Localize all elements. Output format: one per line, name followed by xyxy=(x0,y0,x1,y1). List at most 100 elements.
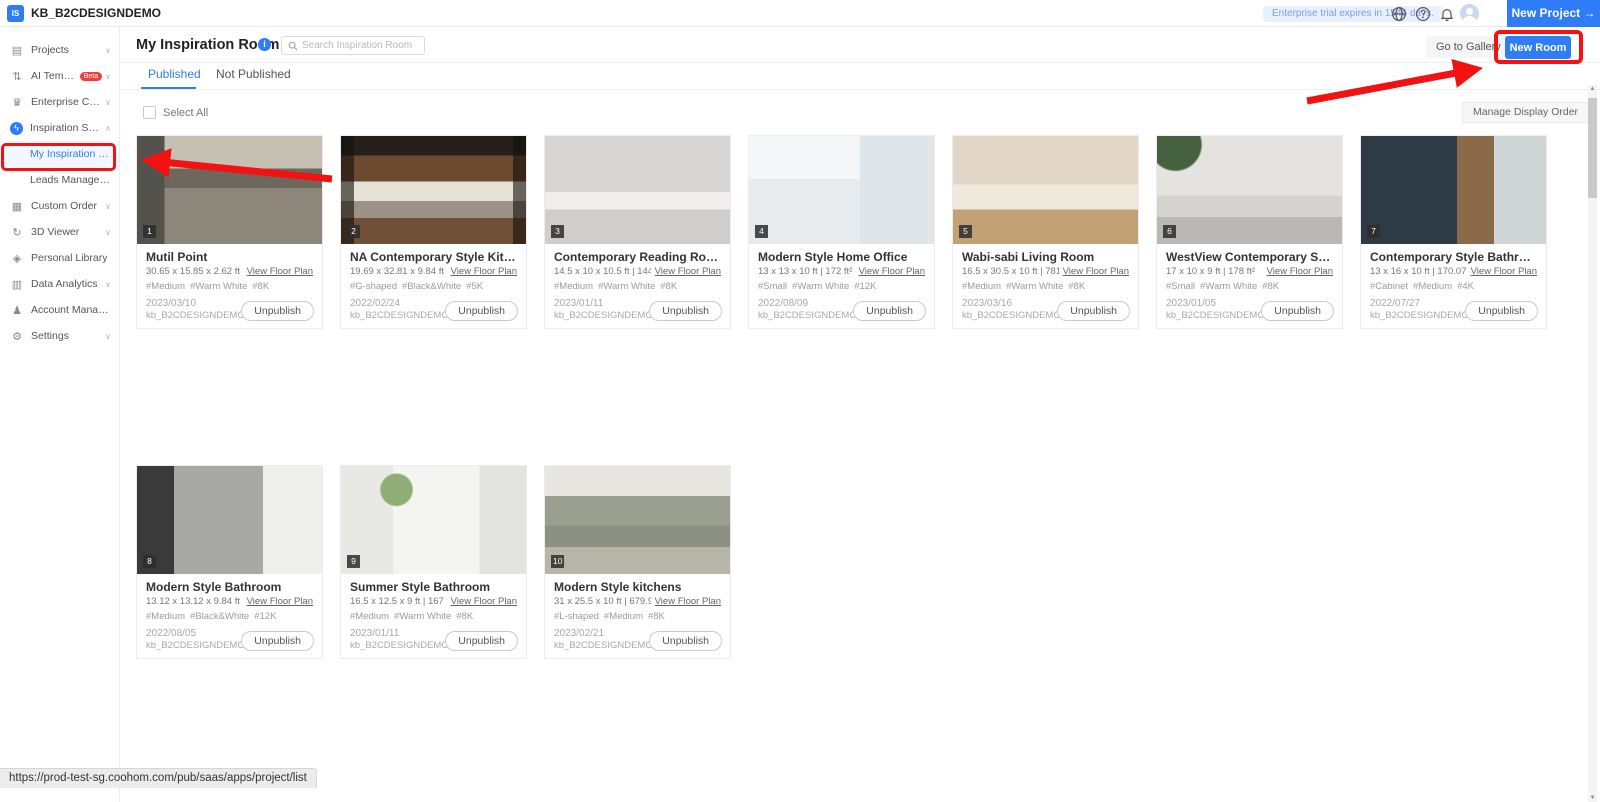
card-info: WestView Contemporary Style Bathroom 17 … xyxy=(1157,244,1342,328)
select-all-control[interactable]: Select All xyxy=(136,106,208,119)
select-all-checkbox[interactable] xyxy=(143,106,156,119)
main-content: My Inspiration Room i Go to Gallery → Ne… xyxy=(120,27,1600,802)
unpublish-button[interactable]: Unpublish xyxy=(649,301,722,321)
card-dimensions-row: 19.69 x 32.81 x 9.84 ft | 645.83 ft² Vie… xyxy=(350,266,517,278)
globe-icon[interactable] xyxy=(1390,5,1408,23)
card-info: NA Contemporary Style Kitchen 19.69 x 32… xyxy=(341,244,526,328)
card-thumbnail[interactable]: 1 xyxy=(137,136,322,244)
card-title[interactable]: Modern Style kitchens xyxy=(554,580,721,594)
card-title[interactable]: WestView Contemporary Style Bathroom xyxy=(1166,250,1333,264)
tag: #Warm White xyxy=(598,281,655,292)
view-floor-plan-link[interactable]: View Floor Plan xyxy=(1063,266,1129,278)
card-title[interactable]: Modern Style Bathroom xyxy=(146,580,313,594)
sidebar-item-label: 3D Viewer xyxy=(31,226,79,238)
sidebar-item-projects[interactable]: ▤ Projects ∨ xyxy=(0,37,119,63)
room-card: 9 Summer Style Bathroom 16.5 x 12.5 x 9 … xyxy=(340,465,527,659)
sidebar-item-ai-templates[interactable]: ⇅ AI Templates Beta ∨ xyxy=(0,63,119,89)
card-dimensions-row: 16.5 x 12.5 x 9 ft | 167 ft² View Floor … xyxy=(350,596,517,608)
vertical-scrollbar[interactable]: ▲ ▼ xyxy=(1588,85,1597,802)
sidebar: ▤ Projects ∨ ⇅ AI Templates Beta ∨ ♛ Ent… xyxy=(0,27,120,802)
card-info: Summer Style Bathroom 16.5 x 12.5 x 9 ft… xyxy=(341,574,526,658)
card-dimensions: 13 x 13 x 10 ft | 172 ft² xyxy=(758,266,852,278)
view-floor-plan-link[interactable]: View Floor Plan xyxy=(451,266,517,278)
card-tags: #L-shaped#Medium#8K xyxy=(554,611,721,623)
card-title[interactable]: Wabi-sabi Living Room xyxy=(962,250,1129,264)
tag: #Medium xyxy=(350,611,389,622)
scrollbar-down-arrow[interactable]: ▼ xyxy=(1588,795,1597,801)
room-card: 10 Modern Style kitchens 31 x 25.5 x 10 … xyxy=(544,465,731,659)
card-tags: #Small#Warm White#8K xyxy=(1166,281,1333,293)
card-thumbnail[interactable]: 10 xyxy=(545,466,730,574)
sidebar-item-account-management[interactable]: ♟ Account Management xyxy=(0,297,119,323)
card-title[interactable]: Contemporary Style Bathroom 【Pic】 xyxy=(1370,250,1537,264)
tab-not-published[interactable]: Not Published xyxy=(216,67,291,81)
unpublish-button[interactable]: Unpublish xyxy=(1261,301,1334,321)
room-card: 8 Modern Style Bathroom 13.12 x 13.12 x … xyxy=(136,465,323,659)
card-thumbnail[interactable]: 9 xyxy=(341,466,526,574)
sidebar-item-my-inspiration-room[interactable]: My Inspiration Room xyxy=(0,141,119,167)
search-input[interactable] xyxy=(302,40,412,51)
card-thumbnail[interactable]: 2 xyxy=(341,136,526,244)
card-order-badge: 9 xyxy=(347,555,360,568)
view-floor-plan-link[interactable]: View Floor Plan xyxy=(247,266,313,278)
view-floor-plan-link[interactable]: View Floor Plan xyxy=(247,596,313,608)
manage-display-order-button[interactable]: Manage Display Order xyxy=(1462,102,1589,123)
unpublish-button[interactable]: Unpublish xyxy=(445,631,518,651)
new-room-button[interactable]: New Room xyxy=(1505,36,1571,59)
sidebar-item-label: Data Analytics xyxy=(31,278,98,290)
sidebar-item-data-analytics[interactable]: ▥ Data Analytics ∨ xyxy=(0,271,119,297)
scrollbar-thumb[interactable] xyxy=(1588,98,1597,198)
sidebar-item-personal-library[interactable]: ◈ Personal Library xyxy=(0,245,119,271)
card-title[interactable]: Summer Style Bathroom xyxy=(350,580,517,594)
card-title[interactable]: NA Contemporary Style Kitchen xyxy=(350,250,517,264)
card-info: Wabi-sabi Living Room 16.5 x 30.5 x 10 f… xyxy=(953,244,1138,328)
unpublish-button[interactable]: Unpublish xyxy=(649,631,722,651)
tag: #Warm White xyxy=(1006,281,1063,292)
view-floor-plan-link[interactable]: View Floor Plan xyxy=(655,266,721,278)
help-icon[interactable] xyxy=(1414,5,1432,23)
tag: #8K xyxy=(456,611,473,622)
card-order-badge: 1 xyxy=(143,225,156,238)
bell-icon[interactable] xyxy=(1438,5,1456,23)
view-floor-plan-link[interactable]: View Floor Plan xyxy=(859,266,925,278)
view-floor-plan-link[interactable]: View Floor Plan xyxy=(1471,266,1537,278)
view-floor-plan-link[interactable]: View Floor Plan xyxy=(1267,266,1333,278)
tag: #Warm White xyxy=(792,281,849,292)
unpublish-button[interactable]: Unpublish xyxy=(1057,301,1130,321)
sidebar-item-inspiration-spaces[interactable]: ϟ Inspiration Spaces ∧ xyxy=(0,115,119,141)
sidebar-item-settings[interactable]: ⚙ Settings ∨ xyxy=(0,323,119,349)
view-floor-plan-link[interactable]: View Floor Plan xyxy=(451,596,517,608)
new-project-button[interactable]: New Project → xyxy=(1507,0,1600,27)
user-avatar[interactable] xyxy=(1460,4,1479,23)
tab-published[interactable]: Published xyxy=(148,67,201,81)
card-dimensions-row: 16.5 x 30.5 x 10 ft | 781.16 ft² View Fl… xyxy=(962,266,1129,278)
sidebar-item-custom-order[interactable]: ▦ Custom Order ∨ xyxy=(0,193,119,219)
room-card: 6 WestView Contemporary Style Bathroom 1… xyxy=(1156,135,1343,329)
sidebar-item-3d-viewer[interactable]: ↻ 3D Viewer ∨ xyxy=(0,219,119,245)
sidebar-item-leads-management[interactable]: Leads Management xyxy=(0,167,119,193)
card-thumbnail[interactable]: 4 xyxy=(749,136,934,244)
unpublish-button[interactable]: Unpublish xyxy=(241,301,314,321)
card-thumbnail[interactable]: 7 xyxy=(1361,136,1546,244)
room-card: 3 Contemporary Reading Room 14.5 x 10 x … xyxy=(544,135,731,329)
unpublish-button[interactable]: Unpublish xyxy=(241,631,314,651)
info-icon[interactable]: i xyxy=(258,38,271,51)
workspace-title: KB_B2CDESIGNDEMO xyxy=(31,0,161,27)
scrollbar-up-arrow[interactable]: ▲ xyxy=(1588,86,1597,92)
tag: #Warm White xyxy=(190,281,247,292)
card-title[interactable]: Modern Style Home Office xyxy=(758,250,925,264)
user-icon: ♟ xyxy=(10,304,24,317)
unpublish-button[interactable]: Unpublish xyxy=(853,301,926,321)
card-title[interactable]: Contemporary Reading Room xyxy=(554,250,721,264)
card-thumbnail[interactable]: 3 xyxy=(545,136,730,244)
card-title[interactable]: Mutil Point xyxy=(146,250,313,264)
sidebar-item-enterprise-catalog[interactable]: ♛ Enterprise Catalog ∨ xyxy=(0,89,119,115)
room-card: 1 Mutil Point 30.65 x 15.85 x 2.62 ft | … xyxy=(136,135,323,329)
card-thumbnail[interactable]: 8 xyxy=(137,466,322,574)
card-thumbnail[interactable]: 6 xyxy=(1157,136,1342,244)
unpublish-button[interactable]: Unpublish xyxy=(1465,301,1538,321)
tag: #8K xyxy=(1068,281,1085,292)
unpublish-button[interactable]: Unpublish xyxy=(445,301,518,321)
view-floor-plan-link[interactable]: View Floor Plan xyxy=(655,596,721,608)
card-thumbnail[interactable]: 5 xyxy=(953,136,1138,244)
